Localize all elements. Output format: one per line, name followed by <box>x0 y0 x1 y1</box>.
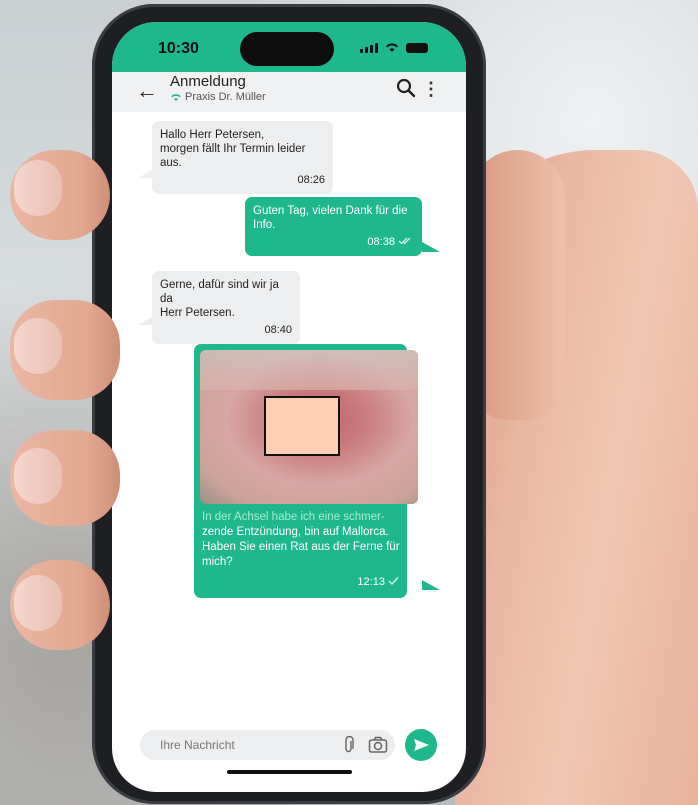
message-time: 12:13 <box>357 576 385 588</box>
send-button[interactable] <box>405 729 437 761</box>
chat-header: ← Anmeldung Praxis Dr. Müller ⋮ <box>112 72 466 112</box>
message-text: Info. <box>253 219 276 231</box>
message-time-row: 08:38 <box>253 235 414 249</box>
wifi-icon <box>171 93 181 101</box>
message-time-row: 12:13 <box>357 575 399 589</box>
search-icon[interactable] <box>396 78 416 98</box>
message-text: Herr Petersen. <box>160 307 235 319</box>
attached-photo[interactable] <box>200 350 418 504</box>
image-caption: In der Achsel habe ich eine schmer- zend… <box>202 510 412 570</box>
caption-text: Haben Sie einen Rat aus der Ferne für <box>202 541 400 553</box>
message-input-placeholder: Ihre Nachricht <box>160 738 235 752</box>
chat-title: Anmeldung <box>170 73 246 90</box>
message-text: Hallo Herr Petersen, <box>160 129 265 141</box>
status-icons <box>360 42 428 53</box>
camera-icon[interactable] <box>368 736 388 754</box>
bubble-tail <box>422 242 440 252</box>
phone-screen: 10:30 ← Anmeldung Praxis Dr. Müller ⋮ Ha… <box>112 22 466 792</box>
wifi-status-icon <box>386 43 398 52</box>
message-time: 08:40 <box>264 324 292 336</box>
message-incoming: Hallo Herr Petersen, morgen fällt Ihr Te… <box>152 121 333 194</box>
arrow-left-icon[interactable]: ← <box>136 78 158 104</box>
signal-icon <box>360 43 378 53</box>
fingernail <box>14 575 62 631</box>
dynamic-island <box>240 32 334 66</box>
message-input[interactable]: Ihre Nachricht <box>140 730 395 760</box>
message-outgoing-image: In der Achsel habe ich eine schmer- zend… <box>194 344 418 598</box>
message-time: 08:26 <box>297 174 325 186</box>
bubble-tail <box>422 580 440 590</box>
message-time: 08:38 <box>367 236 395 248</box>
send-icon <box>414 739 429 751</box>
status-time: 10:30 <box>158 40 199 57</box>
home-indicator <box>227 770 352 774</box>
fingernail <box>14 448 62 504</box>
fingernail <box>14 160 62 216</box>
status-bar: 10:30 <box>112 22 466 72</box>
message-outgoing: Guten Tag, vielen Dank für die Info. 08:… <box>245 197 422 256</box>
message-incoming: Gerne, dafür sind wir ja da Herr Peterse… <box>152 271 300 344</box>
caption-text: mich? <box>202 556 233 568</box>
paperclip-icon[interactable] <box>342 736 356 754</box>
chat-subtitle-text: Praxis Dr. Müller <box>185 91 266 103</box>
more-vertical-icon[interactable]: ⋮ <box>422 79 440 100</box>
chat-subtitle: Praxis Dr. Müller <box>170 91 266 103</box>
caption-text: zende Entzündung, bin auf Mallorca. <box>202 526 389 538</box>
message-text: morgen fällt Ihr Termin leider aus. <box>160 143 306 169</box>
redaction-box <box>264 396 340 456</box>
photo-skin-area <box>200 350 418 390</box>
fingernail <box>14 318 62 374</box>
message-text: Gerne, dafür sind wir ja da <box>160 279 279 305</box>
double-check-icon <box>398 237 411 245</box>
battery-icon <box>406 43 428 53</box>
check-icon <box>388 577 399 585</box>
message-text: Guten Tag, vielen Dank für die <box>253 205 408 217</box>
caption-text: In der Achsel habe ich eine schmer- <box>202 511 385 523</box>
